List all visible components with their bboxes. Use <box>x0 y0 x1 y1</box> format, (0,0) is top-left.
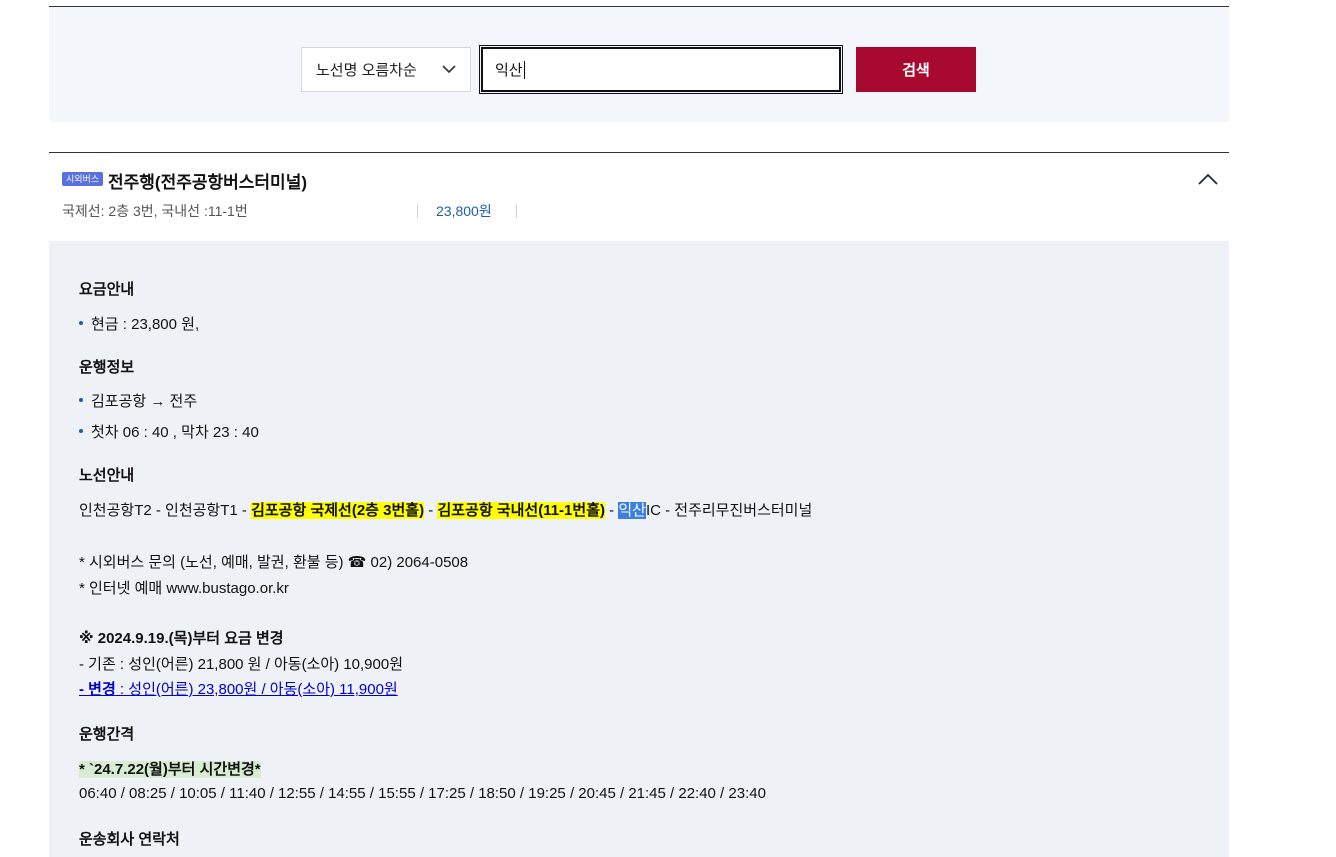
ops-times: 첫차 06 : 40 , 막차 23 : 40 <box>79 421 259 442</box>
stops-text: - <box>424 502 438 519</box>
highlighted-stop: 김포공항 국내선(11-1번홀) <box>437 502 605 519</box>
sort-select[interactable]: 노선명 오름차순 <box>301 47 471 92</box>
route-detail-panel: 요금안내 현금 : 23,800 원, 운행정보 김포공항 → 전주 첫차 06… <box>49 241 1229 857</box>
chevron-up-icon[interactable] <box>1197 172 1219 186</box>
search-input[interactable]: 익산 <box>479 45 843 94</box>
chevron-down-icon <box>442 65 456 74</box>
interval-note: * `24.7.22(월)부터 시간변경* <box>79 758 261 779</box>
sort-select-label: 노선명 오름차순 <box>316 62 417 79</box>
divider <box>516 204 517 218</box>
fare-new-text: : 성인(어른) 23,800원 / 아동(소아) 11,900원 <box>115 681 398 698</box>
route-price: 23,800원 <box>436 203 492 219</box>
route-guide-heading: 노선안내 <box>79 467 135 484</box>
fare-change-heading: ※ 2024.9.19.(목)부터 요금 변경 <box>79 630 284 647</box>
ops-route: 김포공항 → 전주 <box>79 390 197 411</box>
fare-cash: 현금 : 23,800 원, <box>79 313 199 334</box>
fare-heading: 요금안내 <box>79 281 135 298</box>
search-input-value: 익산 <box>495 62 523 79</box>
route-stops: 인천공항T2 - 인천공항T1 - 김포공항 국제선(2층 3번홀) - 김포공… <box>79 499 812 520</box>
inquiry-note: * 시외버스 문의 (노선, 예매, 발권, 환불 등) ☎ 02) 2064-… <box>79 554 469 571</box>
highlighted-stop: 김포공항 국제선(2층 3번홀) <box>251 502 425 519</box>
text-caret <box>523 60 525 79</box>
route-type-badge: 시외버스 <box>62 172 104 186</box>
search-match-highlight: 익산 <box>618 502 646 519</box>
route-title: 전주행(전주공항버스터미널) <box>108 173 308 192</box>
search-panel: 노선명 오름차순 익산 검색 <box>49 7 1229 122</box>
fare-new-prefix: - 변경 <box>79 681 116 698</box>
route-platform: 국제선: 2층 3번, 국내선 :11-1번 <box>62 203 248 219</box>
internet-booking-note: * 인터넷 예매 www.bustago.or.kr <box>79 580 289 597</box>
divider <box>417 204 418 218</box>
stops-text: IC - 전주리무진버스터미널 <box>645 502 813 519</box>
route-header[interactable]: 시외버스 전주행(전주공항버스터미널) 국제선: 2층 3번, 국내선 :11-… <box>49 153 1229 241</box>
fare-new[interactable]: - 변경 : 성인(어른) 23,800원 / 아동(소아) 11,900원 <box>79 678 398 699</box>
stops-text: - <box>605 502 619 519</box>
contact-heading: 운송회사 연락처 <box>79 831 180 848</box>
interval-note-text: * `24.7.22(월)부터 시간변경* <box>79 761 261 778</box>
ops-heading: 운행정보 <box>79 359 135 376</box>
interval-heading: 운행간격 <box>79 726 135 743</box>
stops-text: 인천공항T2 - 인천공항T1 - <box>79 502 252 519</box>
fare-old: - 기존 : 성인(어른) 21,800 원 / 아동(소아) 10,900원 <box>79 656 404 673</box>
interval-times: 06:40 / 08:25 / 10:05 / 11:40 / 12:55 / … <box>79 785 766 802</box>
search-button[interactable]: 검색 <box>856 47 976 92</box>
